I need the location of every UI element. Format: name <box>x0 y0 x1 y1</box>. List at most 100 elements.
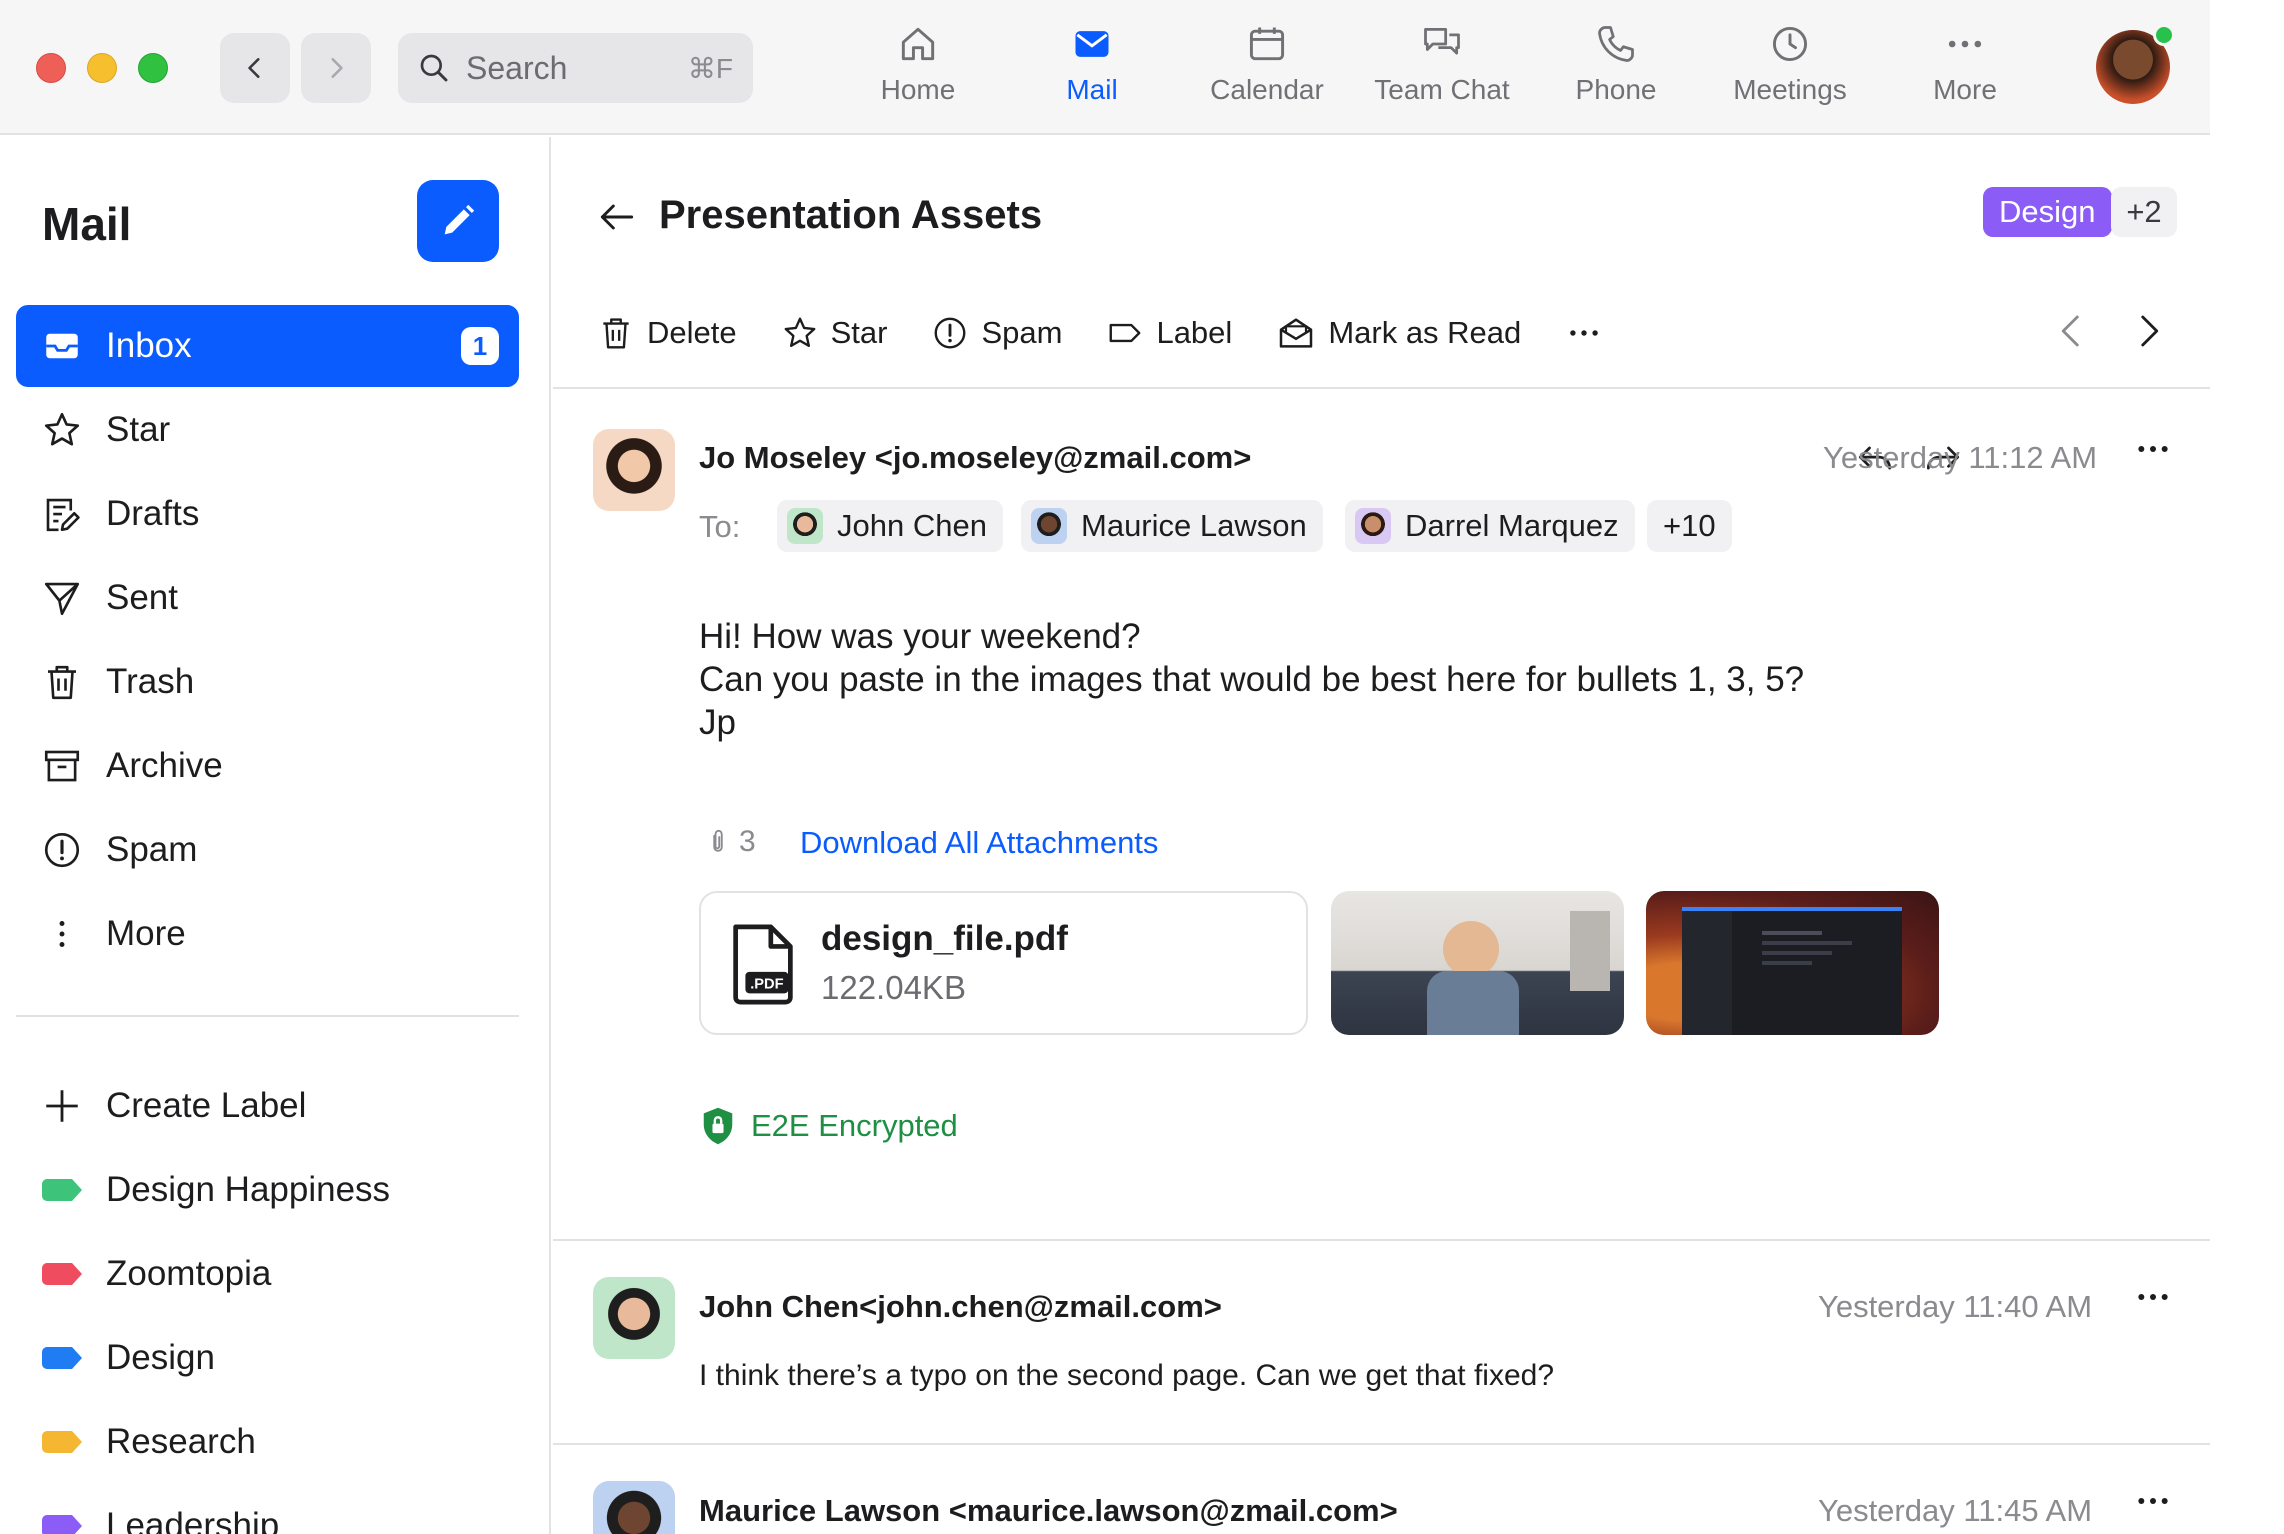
sidebar-item-label: Drafts <box>106 494 200 533</box>
label-button[interactable]: Label <box>1106 314 1232 352</box>
sidebar-item-inbox[interactable]: Inbox 1 <box>16 305 519 387</box>
attachment-count: 3 <box>703 825 756 859</box>
close-window-button[interactable] <box>36 53 66 83</box>
maximize-window-button[interactable] <box>138 53 168 83</box>
delete-button[interactable]: Delete <box>597 314 737 352</box>
tab-team-chat[interactable]: Team Chat <box>1367 22 1517 122</box>
sidebar-item-more[interactable]: More <box>16 893 519 975</box>
sidebar-label-design[interactable]: Design <box>16 1317 519 1399</box>
sidebar-label-zoomtopia[interactable]: Zoomtopia <box>16 1233 519 1315</box>
header-divider <box>553 387 2210 389</box>
message-more-button[interactable] <box>2133 1481 2173 1531</box>
clock-icon <box>1772 26 1808 62</box>
sidebar-item-drafts[interactable]: Drafts <box>16 473 519 555</box>
vertical-dots-icon <box>40 912 84 956</box>
message-more-button[interactable] <box>2133 1277 2173 1327</box>
more-icon <box>2138 446 2168 452</box>
more-labels-badge[interactable]: +2 <box>2111 187 2177 237</box>
image-attachment-screenshot[interactable] <box>1646 891 1939 1035</box>
sidebar-item-spam[interactable]: Spam <box>16 809 519 891</box>
sender-name: John Chen<john.chen@zmail.com> <box>699 1289 1222 1324</box>
more-icon <box>2138 1498 2168 1504</box>
message-timestamp: Yesterday 11:45 AM <box>1818 1493 2093 1528</box>
trash-icon <box>603 318 629 349</box>
sidebar-item-archive[interactable]: Archive <box>16 725 519 807</box>
pdf-attachment-card[interactable]: .PDF design_file.pdf 122.04KB <box>699 891 1308 1035</box>
email-subject: Presentation Assets <box>659 193 1043 237</box>
sidebar-label-research[interactable]: Research <box>16 1401 519 1483</box>
chat-icon <box>1424 27 1460 55</box>
sidebar-item-label: Trash <box>106 662 195 701</box>
minimize-window-button[interactable] <box>87 53 117 83</box>
sidebar-label-text: Design Happiness <box>106 1170 391 1209</box>
tab-mail[interactable]: Mail <box>1017 22 1167 122</box>
tab-label: Meetings <box>1733 74 1847 105</box>
message-toolbar: Delete Star Spam Label Mark as Read <box>597 305 1647 361</box>
more-actions-button[interactable] <box>1565 314 1603 352</box>
recipient-chip[interactable]: Darrel Marquez <box>1345 500 1635 552</box>
photo-subject-body <box>1427 971 1519 1035</box>
sidebar: Mail Inbox 1 Star Drafts Sent Trash Arch… <box>0 137 551 1534</box>
sidebar-item-label: Spam <box>106 830 198 869</box>
star-label: Star <box>830 315 888 350</box>
label-tag-icon <box>40 1420 84 1464</box>
calendar-icon <box>1249 27 1285 61</box>
sidebar-label-leadership[interactable]: Leadership <box>16 1485 519 1534</box>
create-label-button[interactable]: Create Label <box>16 1065 519 1147</box>
recipient-avatar <box>1031 508 1067 544</box>
sidebar-label-text: Leadership <box>106 1506 280 1534</box>
file-name: design_file.pdf <box>821 919 1068 958</box>
sidebar-item-trash[interactable]: Trash <box>16 641 519 723</box>
create-label-text: Create Label <box>106 1086 307 1125</box>
star-button[interactable]: Star <box>781 314 888 352</box>
label-tag-icon <box>40 1252 84 1296</box>
more-icon <box>2138 1294 2168 1300</box>
compose-button[interactable] <box>417 180 499 262</box>
drafts-icon <box>40 492 84 536</box>
recipient-name: John Chen <box>837 508 987 543</box>
tab-home[interactable]: Home <box>843 22 993 122</box>
tab-phone[interactable]: Phone <box>1541 22 1691 122</box>
trash-icon <box>40 660 84 704</box>
tab-calendar[interactable]: Calendar <box>1192 22 1342 122</box>
sender-avatar <box>593 1277 675 1359</box>
back-to-list-button[interactable] <box>595 195 639 244</box>
tab-label: Mail <box>1066 74 1118 105</box>
unread-badge: 1 <box>461 327 499 365</box>
recipient-chip[interactable]: John Chen <box>777 500 1003 552</box>
sidebar-label-text: Design <box>106 1338 215 1377</box>
recipient-chip[interactable]: Maurice Lawson <box>1021 500 1323 552</box>
back-button[interactable] <box>220 33 290 103</box>
sidebar-label-design-happiness[interactable]: Design Happiness <box>16 1149 519 1231</box>
label-badge[interactable]: Design <box>1983 187 2112 237</box>
plus-icon <box>40 1084 84 1128</box>
to-label: To: <box>699 509 741 544</box>
shield-lock-icon <box>703 1107 733 1145</box>
sent-icon <box>40 576 84 620</box>
search-input[interactable]: Search ⌘F <box>398 33 753 103</box>
tab-meetings[interactable]: Meetings <box>1715 22 1865 122</box>
message-more-button[interactable] <box>2133 429 2173 479</box>
pdf-file-icon: .PDF <box>733 924 793 1005</box>
e2e-encrypted-indicator: E2E Encrypted <box>699 1105 958 1147</box>
previous-email-button[interactable] <box>2051 307 2093 360</box>
image-attachment-photo[interactable] <box>1331 891 1624 1035</box>
download-all-link[interactable]: Download All Attachments <box>800 825 1158 861</box>
pdf-ext-text: .PDF <box>750 976 783 992</box>
forward-button[interactable] <box>301 33 371 103</box>
more-icon <box>1570 330 1599 336</box>
tab-more[interactable]: More <box>1890 22 2040 122</box>
phone-icon <box>1598 26 1634 62</box>
label-tag-icon <box>40 1336 84 1380</box>
online-status-dot <box>2153 24 2175 46</box>
more-recipients-chip[interactable]: +10 <box>1647 500 1732 552</box>
home-icon <box>901 27 935 61</box>
label-tag-icon <box>40 1168 84 1212</box>
mark-as-read-button[interactable]: Mark as Read <box>1276 313 1521 353</box>
body-line: Hi! How was your weekend? <box>699 617 1141 656</box>
next-email-button[interactable] <box>2127 307 2169 360</box>
spam-button[interactable]: Spam <box>931 314 1062 352</box>
sidebar-item-star[interactable]: Star <box>16 389 519 471</box>
tab-label: Calendar <box>1210 74 1324 105</box>
sidebar-item-sent[interactable]: Sent <box>16 557 519 639</box>
